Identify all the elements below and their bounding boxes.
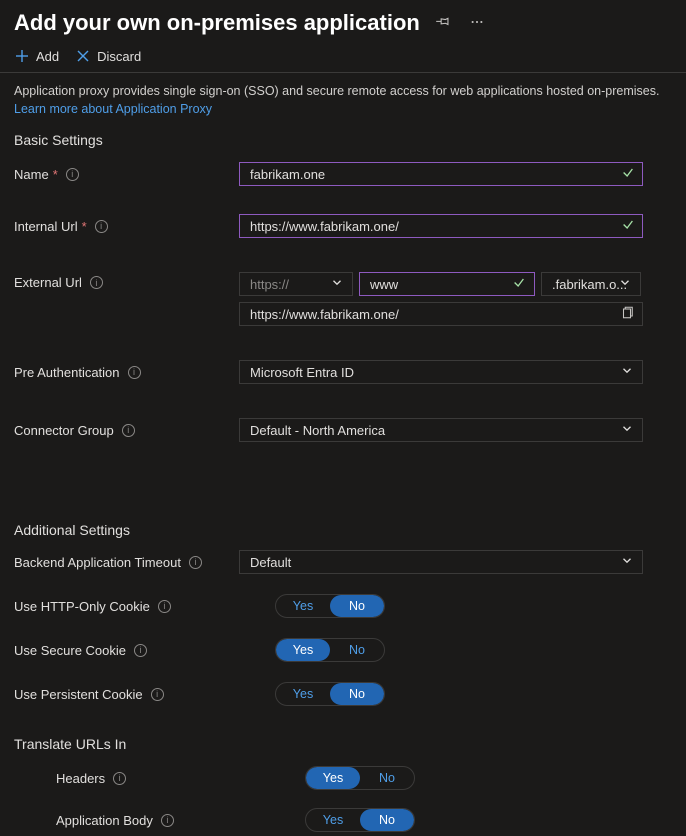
translate-heading: Translate URLs In — [0, 716, 686, 752]
toggle-yes[interactable]: Yes — [306, 767, 360, 789]
chevron-down-icon — [620, 554, 634, 571]
chevron-down-icon — [330, 276, 344, 293]
persistent-cookie-label: Use Persistent Cookie i — [14, 687, 239, 702]
info-icon[interactable]: i — [158, 600, 171, 613]
description-text: Application proxy provides single sign-o… — [0, 73, 686, 124]
external-url-readonly: https://www.fabrikam.one/ — [239, 302, 643, 326]
toggle-no[interactable]: No — [360, 767, 414, 789]
learn-more-link[interactable]: Learn more about Application Proxy — [14, 102, 212, 116]
info-icon[interactable]: i — [151, 688, 164, 701]
pre-auth-label: Pre Authentication i — [14, 365, 239, 380]
add-label: Add — [36, 49, 59, 64]
external-url-label: External Url i — [14, 272, 239, 290]
secure-cookie-toggle[interactable]: Yes No — [275, 638, 385, 662]
backend-timeout-label: Backend Application Timeout i — [14, 555, 239, 570]
toggle-no[interactable]: No — [330, 639, 384, 661]
connector-group-label: Connector Group i — [14, 423, 239, 438]
info-icon[interactable]: i — [128, 366, 141, 379]
external-domain-select[interactable]: .fabrikam.o... — [541, 272, 641, 296]
headers-toggle[interactable]: Yes No — [305, 766, 415, 790]
persistent-cookie-toggle[interactable]: Yes No — [275, 682, 385, 706]
copy-icon[interactable] — [620, 306, 634, 323]
toggle-no[interactable]: No — [330, 595, 384, 617]
info-icon[interactable]: i — [122, 424, 135, 437]
chevron-down-icon — [618, 276, 632, 293]
check-icon — [512, 276, 526, 293]
info-icon[interactable]: i — [134, 644, 147, 657]
info-icon[interactable]: i — [113, 772, 126, 785]
add-button[interactable]: Add — [14, 48, 59, 64]
http-only-label: Use HTTP-Only Cookie i — [14, 599, 239, 614]
toggle-yes[interactable]: Yes — [276, 639, 330, 661]
additional-settings-heading: Additional Settings — [0, 452, 686, 540]
external-protocol-select[interactable]: https:// — [239, 272, 353, 296]
toggle-no[interactable]: No — [360, 809, 414, 831]
page-title: Add your own on-premises application — [14, 10, 420, 36]
pin-icon[interactable] — [432, 11, 454, 36]
backend-timeout-select[interactable]: Default — [239, 550, 643, 574]
info-icon[interactable]: i — [161, 814, 174, 827]
info-icon[interactable]: i — [189, 556, 202, 569]
internal-url-input[interactable] — [239, 214, 643, 238]
app-body-label: Application Body i — [14, 813, 239, 828]
secure-cookie-label: Use Secure Cookie i — [14, 643, 239, 658]
info-icon[interactable]: i — [95, 220, 108, 233]
app-body-toggle[interactable]: Yes No — [305, 808, 415, 832]
chevron-down-icon — [620, 422, 634, 439]
external-subdomain-input[interactable]: www — [359, 272, 535, 296]
headers-label: Headers i — [14, 771, 239, 786]
name-input[interactable] — [239, 162, 643, 186]
name-label: Name* i — [14, 167, 239, 182]
basic-settings-heading: Basic Settings — [0, 124, 686, 152]
http-only-toggle[interactable]: Yes No — [275, 594, 385, 618]
toggle-yes[interactable]: Yes — [306, 809, 360, 831]
pre-auth-select[interactable]: Microsoft Entra ID — [239, 360, 643, 384]
discard-label: Discard — [97, 49, 141, 64]
info-icon[interactable]: i — [90, 276, 103, 289]
toggle-yes[interactable]: Yes — [276, 683, 330, 705]
toggle-no[interactable]: No — [330, 683, 384, 705]
internal-url-label: Internal Url* i — [14, 219, 239, 234]
chevron-down-icon — [620, 364, 634, 381]
discard-button[interactable]: Discard — [75, 48, 141, 64]
info-icon[interactable]: i — [66, 168, 79, 181]
toggle-yes[interactable]: Yes — [276, 595, 330, 617]
more-icon[interactable] — [466, 11, 488, 36]
connector-group-select[interactable]: Default - North America — [239, 418, 643, 442]
